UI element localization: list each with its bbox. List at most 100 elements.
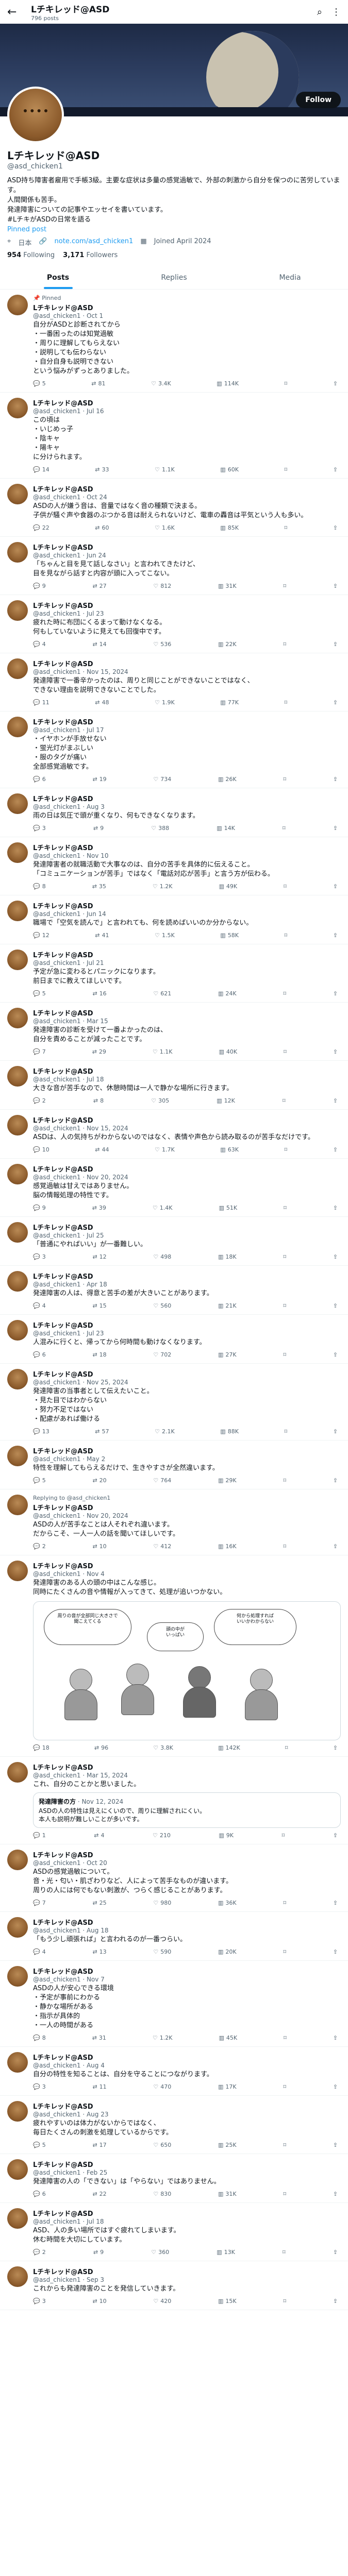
reply-action[interactable]: 💬 2 [33, 1543, 46, 1550]
reply-action[interactable]: 💬 1 [33, 1832, 46, 1839]
tweet[interactable]: Lチキレッド@ASD @asd_chicken1 · May 2 特性を理解して… [0, 1440, 348, 1489]
like-action[interactable]: ♡ 470 [153, 2083, 171, 2090]
like-action[interactable]: ♡ 1.1K [153, 1048, 173, 1055]
share-action[interactable]: ⇪ [333, 1832, 338, 1839]
share-action[interactable]: ⇪ [333, 641, 338, 648]
tweet-avatar[interactable] [7, 1271, 28, 1292]
reply-action[interactable]: 💬 3 [33, 2298, 46, 2304]
retweet-action[interactable]: ⇄ 57 [95, 1428, 109, 1435]
tweet-avatar[interactable] [7, 600, 28, 621]
tweet-avatar[interactable] [7, 793, 28, 814]
tweet-avatar[interactable] [7, 2101, 28, 2122]
views-action[interactable]: ▥ 24K [218, 990, 237, 997]
tweet[interactable]: Lチキレッド@ASD @asd_chicken1 · Nov 15, 2024 … [0, 653, 348, 711]
reply-action[interactable]: 💬 6 [33, 2191, 46, 2197]
retweet-action[interactable]: ⇄ 96 [94, 1744, 108, 1751]
reply-action[interactable]: 💬 14 [33, 466, 49, 473]
share-action[interactable]: ⇪ [333, 825, 338, 832]
tweet-avatar[interactable] [7, 1164, 28, 1184]
views-action[interactable]: ▥ 13K [217, 2249, 235, 2256]
tweet[interactable]: Lチキレッド@ASD @asd_chicken1 · Oct 24 ASDの人が… [0, 479, 348, 537]
views-action[interactable]: ▥ 27K [218, 1351, 237, 1358]
share-action[interactable]: ⇪ [333, 990, 338, 997]
reply-action[interactable]: 💬 9 [33, 583, 46, 589]
tweet[interactable]: Lチキレッド@ASD @asd_chicken1 · Sep 3 これからも発達… [0, 2261, 348, 2310]
bookmark-action[interactable]: ⌑ [284, 1205, 287, 1211]
like-action[interactable]: ♡ 621 [153, 990, 171, 997]
views-action[interactable]: ▥ 29K [218, 1477, 237, 1484]
tweet-avatar[interactable] [7, 1446, 28, 1466]
profile-link[interactable]: note.com/asd_chicken1 [55, 238, 134, 247]
like-action[interactable]: ♡ 650 [153, 2142, 171, 2148]
tweet[interactable]: Lチキレッド@ASD @asd_chicken1 · Nov 25, 2024 … [0, 1364, 348, 1440]
retweet-action[interactable]: ⇄ 4 [94, 1832, 104, 1839]
reply-action[interactable]: 💬 8 [33, 883, 46, 890]
tweet[interactable]: Lチキレッド@ASD @asd_chicken1 · Jul 21 予定が急に変… [0, 944, 348, 1003]
retweet-action[interactable]: ⇄ 18 [92, 1351, 106, 1358]
bookmark-action[interactable]: ⌑ [283, 2298, 286, 2304]
share-action[interactable]: ⇪ [333, 1302, 338, 1309]
tweet[interactable]: Lチキレッド@ASD @asd_chicken1 · Apr 18 発達障害の人… [0, 1266, 348, 1315]
views-action[interactable]: ▥ 51K [219, 1205, 237, 1211]
reply-action[interactable]: 💬 9 [33, 1205, 46, 1211]
reply-action[interactable]: 💬 4 [33, 641, 46, 648]
reply-action[interactable]: 💬 7 [33, 1048, 46, 1055]
bookmark-action[interactable]: ⌑ [284, 883, 287, 890]
tweet-illustration[interactable]: 周りの音が全部同じ大きさで 聞こえてくる 何から処理すれば いいかわからない 頭の中… [33, 1601, 341, 1740]
tweet[interactable]: Lチキレッド@ASD @asd_chicken1 · Jul 16 この頃は ・… [0, 393, 348, 479]
views-action[interactable]: ▥ 25K [218, 2142, 237, 2148]
share-action[interactable]: ⇪ [333, 1205, 338, 1211]
reply-action[interactable]: 💬 2 [33, 1097, 46, 1104]
share-action[interactable]: ⇪ [333, 466, 338, 473]
views-action[interactable]: ▥ 16K [218, 1543, 237, 1550]
tweet[interactable]: Lチキレッド@ASD @asd_chicken1 · Mar 15 発達障害の診… [0, 1003, 348, 1061]
bookmark-action[interactable]: ⌑ [283, 2191, 286, 2197]
views-action[interactable]: ▥ 9K [219, 1832, 234, 1839]
search-icon[interactable]: ⌕ [317, 7, 322, 18]
tweet-avatar[interactable] [7, 542, 28, 563]
retweet-action[interactable]: ⇄ 10 [92, 1543, 106, 1550]
tab-replies[interactable]: Replies [116, 266, 232, 289]
like-action[interactable]: ♡ 590 [153, 1948, 171, 1955]
tweet-avatar[interactable] [7, 658, 28, 679]
tweet[interactable]: Replying to @asd_chicken1 Lチキレッド@ASD @as… [0, 1489, 348, 1555]
like-action[interactable]: ♡ 702 [153, 1351, 171, 1358]
retweet-action[interactable]: ⇄ 20 [92, 1477, 106, 1484]
quoted-tweet[interactable]: 発達障害の方 · Nov 12, 2024 ASDの人の特性は見えにくいので、周り… [33, 1792, 341, 1828]
tweet[interactable]: Lチキレッド@ASD @asd_chicken1 · Feb 25 発達障害の人… [0, 2154, 348, 2203]
like-action[interactable]: ♡ 1.6K [155, 524, 175, 531]
views-action[interactable]: ▥ 18K [218, 1253, 237, 1260]
like-action[interactable]: ♡ 764 [153, 1477, 171, 1484]
retweet-action[interactable]: ⇄ 31 [92, 2035, 106, 2041]
like-action[interactable]: ♡ 420 [153, 2298, 171, 2304]
like-action[interactable]: ♡ 1.2K [153, 2035, 173, 2041]
views-action[interactable]: ▥ 45K [219, 2035, 237, 2041]
tweet-avatar[interactable] [7, 1561, 28, 1581]
share-action[interactable]: ⇪ [333, 1543, 338, 1550]
tweet-avatar[interactable] [7, 950, 28, 970]
bookmark-action[interactable]: ⌑ [285, 932, 288, 939]
retweet-action[interactable]: ⇄ 39 [92, 1205, 106, 1211]
share-action[interactable]: ⇪ [333, 524, 338, 531]
reply-action[interactable]: 💬 8 [33, 2035, 46, 2041]
like-action[interactable]: ♡ 830 [153, 2191, 171, 2197]
retweet-action[interactable]: ⇄ 41 [95, 932, 109, 939]
retweet-action[interactable]: ⇄ 27 [92, 583, 106, 589]
views-action[interactable]: ▥ 21K [218, 1302, 237, 1309]
reply-action[interactable]: 💬 10 [33, 1146, 49, 1153]
views-action[interactable]: ▥ 14K [217, 825, 235, 832]
share-action[interactable]: ⇪ [333, 1477, 338, 1484]
tweet[interactable]: Lチキレッド@ASD @asd_chicken1 · Jun 24 「ちゃんと目… [0, 537, 348, 595]
tab-media[interactable]: Media [232, 266, 348, 289]
tweet-avatar[interactable] [7, 2159, 28, 2180]
tweet[interactable]: Lチキレッド@ASD @asd_chicken1 · Oct 20 ASDの感覚… [0, 1844, 348, 1912]
retweet-action[interactable]: ⇄ 11 [92, 2083, 106, 2090]
tweet-avatar[interactable] [7, 1115, 28, 1136]
tweet-avatar[interactable] [7, 1320, 28, 1341]
share-action[interactable]: ⇪ [333, 1948, 338, 1955]
bookmark-action[interactable]: ⌑ [285, 1744, 288, 1751]
share-action[interactable]: ⇪ [333, 2298, 338, 2304]
reply-action[interactable]: 💬 12 [33, 932, 49, 939]
views-action[interactable]: ▥ 114K [217, 380, 239, 387]
tweet[interactable]: Lチキレッド@ASD @asd_chicken1 · Nov 15, 2024 … [0, 1110, 348, 1159]
